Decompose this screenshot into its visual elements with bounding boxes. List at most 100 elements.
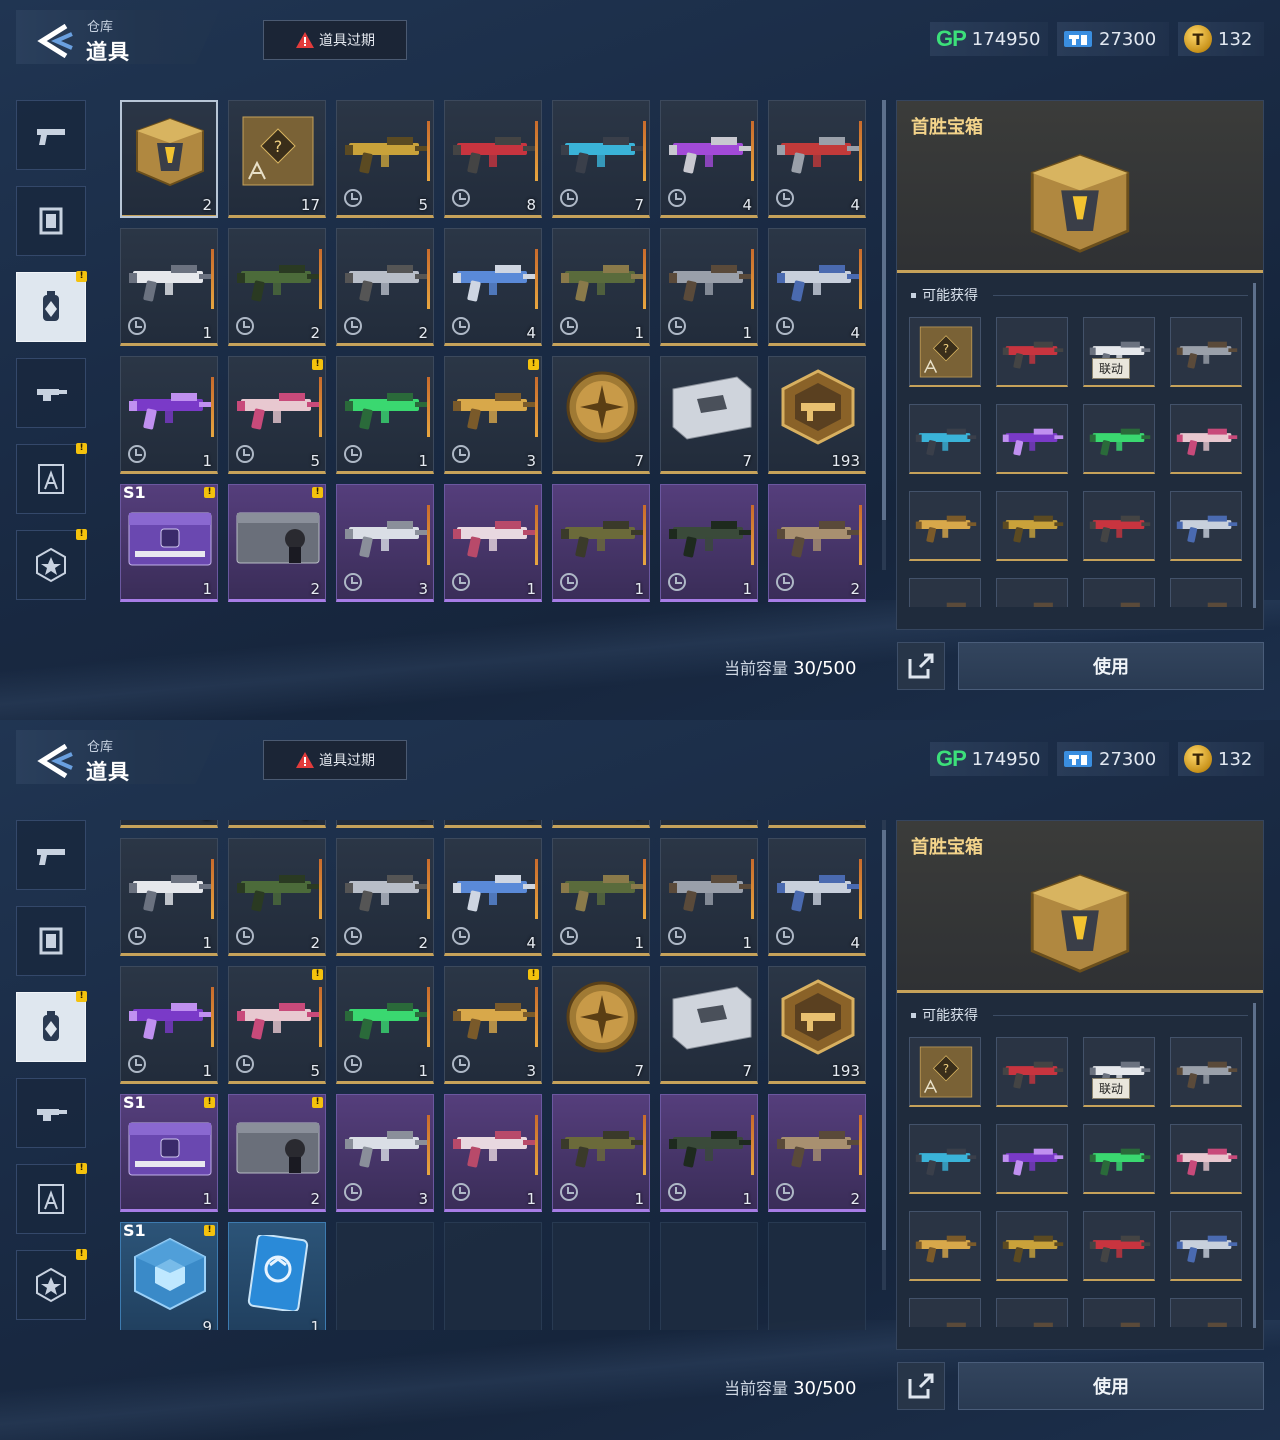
- reward-item-rifle-purple[interactable]: [996, 1124, 1068, 1194]
- use-button[interactable]: 使用: [958, 1362, 1264, 1410]
- inventory-item-gun-darkgreen[interactable]: 1: [660, 484, 758, 602]
- inventory-item-blaster-white[interactable]: 3: [336, 1094, 434, 1212]
- reward-item-gun-grey[interactable]: [1083, 1298, 1155, 1327]
- inventory-item-gun-green[interactable]: 2: [228, 228, 326, 346]
- inventory-item-gun-redsilver[interactable]: 4: [768, 100, 866, 218]
- inventory-item-gun-cyan[interactable]: 7: [552, 820, 650, 828]
- reward-item-gun-grey[interactable]: [909, 578, 981, 607]
- inventory-item-rifle-pink[interactable]: ! 5: [228, 356, 326, 474]
- reward-item-gun-gold[interactable]: [996, 1211, 1068, 1281]
- inventory-item-purple-case[interactable]: S1 ! 1: [120, 484, 218, 602]
- reward-item-rifle-pink[interactable]: [1170, 404, 1242, 474]
- reward-item-gun-grey[interactable]: [996, 578, 1068, 607]
- reward-item-gun-cyan[interactable]: [909, 1124, 981, 1194]
- inventory-item-gun-olive[interactable]: 1: [552, 484, 650, 602]
- inventory-item-gun-red[interactable]: 8: [444, 820, 542, 828]
- inventory-item-crossbow-blue[interactable]: 4: [444, 228, 542, 346]
- reward-item-gun-goldtan[interactable]: [909, 491, 981, 561]
- inventory-item-gun-pinkwhite[interactable]: 1: [444, 484, 542, 602]
- category-tab-frame[interactable]: [16, 906, 86, 976]
- inventory-item-silver-card[interactable]: 7: [660, 966, 758, 1084]
- inventory-item-blue-card[interactable]: 1: [228, 1222, 326, 1330]
- reward-item-blueprint-card[interactable]: ?: [909, 317, 981, 387]
- reward-item-gun-white[interactable]: 联动: [1083, 317, 1155, 387]
- category-tab-weapon-mod[interactable]: [16, 1078, 86, 1148]
- inventory-item-gun-camo[interactable]: 1: [552, 228, 650, 346]
- reward-item-gun-white[interactable]: 联动: [1083, 1037, 1155, 1107]
- category-tab-blueprint-compass[interactable]: !: [16, 443, 87, 514]
- reward-item-gun-red[interactable]: [1083, 491, 1155, 561]
- category-tab-canister[interactable]: !: [16, 991, 87, 1062]
- expired-items-button[interactable]: 道具过期: [263, 740, 407, 780]
- reward-item-gun-neon[interactable]: [1083, 1124, 1155, 1194]
- inventory-item-gun-olive[interactable]: 1: [552, 1094, 650, 1212]
- inventory-item-gun-white[interactable]: 1: [120, 228, 218, 346]
- inventory-item-blaster-white[interactable]: 3: [336, 484, 434, 602]
- inventory-item-gun-goldtan[interactable]: ! 3: [444, 966, 542, 1084]
- category-tab-pistol[interactable]: [16, 100, 86, 170]
- reward-item-gun-red[interactable]: [1083, 1211, 1155, 1281]
- category-tab-star-badge[interactable]: !: [16, 529, 87, 600]
- reward-item-rifle-pink[interactable]: [1170, 1124, 1242, 1194]
- expired-items-button[interactable]: 道具过期: [263, 20, 407, 60]
- inventory-item-hex-emblem[interactable]: 193: [768, 966, 866, 1084]
- back-arrow-icon[interactable]: [34, 744, 74, 778]
- reward-item-gun-grey[interactable]: [1170, 1037, 1242, 1107]
- back-arrow-icon[interactable]: [34, 24, 74, 58]
- category-tab-frame[interactable]: [16, 186, 86, 256]
- reward-item-blueprint-card[interactable]: ?: [909, 1037, 981, 1107]
- inventory-item-gun-red[interactable]: 8: [444, 100, 542, 218]
- inventory-item-hex-emblem[interactable]: 193: [768, 356, 866, 474]
- inventory-item-gold-medal[interactable]: 7: [552, 356, 650, 474]
- inventory-item-gun-gold[interactable]: 5: [336, 820, 434, 828]
- inventory-grid[interactable]: 2 ? 17 5: [120, 820, 870, 1330]
- reward-item-gun-neon[interactable]: [1083, 404, 1155, 474]
- inventory-item-gold-crate[interactable]: 2: [120, 100, 218, 218]
- reward-item-gun-red[interactable]: [996, 1037, 1068, 1107]
- share-button[interactable]: [897, 1362, 945, 1410]
- category-tab-weapon-mod[interactable]: [16, 358, 86, 428]
- inventory-item-gun-gold[interactable]: 5: [336, 100, 434, 218]
- reward-item-gun-grey[interactable]: [996, 1298, 1068, 1327]
- inventory-item-grey-case[interactable]: ! 2: [228, 1094, 326, 1212]
- category-tab-canister[interactable]: !: [16, 271, 87, 342]
- inventory-scroll-thumb[interactable]: [882, 100, 886, 520]
- use-button[interactable]: 使用: [958, 642, 1264, 690]
- inventory-item-gun-goldtan[interactable]: ! 3: [444, 356, 542, 474]
- reward-item-gun-goldtan[interactable]: [909, 1211, 981, 1281]
- inventory-item-gun-darkgreen[interactable]: 1: [660, 1094, 758, 1212]
- inventory-item-gun-silverblue[interactable]: 4: [768, 228, 866, 346]
- reward-item-rifle-purple[interactable]: [996, 404, 1068, 474]
- inventory-item-gun-white[interactable]: 1: [120, 838, 218, 956]
- inventory-item-purple-case[interactable]: S1 ! 1: [120, 1094, 218, 1212]
- inventory-item-gun-purple[interactable]: 4: [660, 100, 758, 218]
- inventory-item-gun-redsilver[interactable]: 4: [768, 820, 866, 828]
- rewards-scrollbar[interactable]: [1253, 283, 1256, 608]
- inventory-item-blueprint-card[interactable]: ? 17: [228, 820, 326, 828]
- reward-item-gun-grey[interactable]: [1170, 317, 1242, 387]
- inventory-item-gun-grey[interactable]: 1: [660, 838, 758, 956]
- reward-item-gun-grey[interactable]: [1170, 578, 1242, 607]
- inventory-item-gold-crate[interactable]: 2: [120, 820, 218, 828]
- inventory-item-gun-neon[interactable]: 1: [336, 966, 434, 1084]
- inventory-item-blueprint-card[interactable]: ? 17: [228, 100, 326, 218]
- inventory-scroll-thumb[interactable]: [882, 830, 886, 1250]
- category-tab-pistol[interactable]: [16, 820, 86, 890]
- inventory-item-crossbow-silver[interactable]: 2: [336, 838, 434, 956]
- reward-item-gun-silverblue[interactable]: [1170, 1211, 1242, 1281]
- inventory-item-gun-grey[interactable]: 1: [660, 228, 758, 346]
- reward-item-gun-grey[interactable]: [909, 1298, 981, 1327]
- inventory-item-crossbow-silver[interactable]: 2: [336, 228, 434, 346]
- inventory-item-blue-cube[interactable]: S1 ! 9: [120, 1222, 218, 1330]
- reward-item-gun-red[interactable]: [996, 317, 1068, 387]
- inventory-item-gun-cyan[interactable]: 7: [552, 100, 650, 218]
- inventory-item-gun-green[interactable]: 2: [228, 838, 326, 956]
- reward-item-gun-gold[interactable]: [996, 491, 1068, 561]
- reward-item-gun-grey[interactable]: [1170, 1298, 1242, 1327]
- inventory-item-gun-tan[interactable]: 2: [768, 1094, 866, 1212]
- inventory-item-gun-camo[interactable]: 1: [552, 838, 650, 956]
- inventory-item-crossbow-blue[interactable]: 4: [444, 838, 542, 956]
- inventory-item-gun-silverblue[interactable]: 4: [768, 838, 866, 956]
- inventory-item-silver-card[interactable]: 7: [660, 356, 758, 474]
- rewards-scrollbar[interactable]: [1253, 1003, 1256, 1328]
